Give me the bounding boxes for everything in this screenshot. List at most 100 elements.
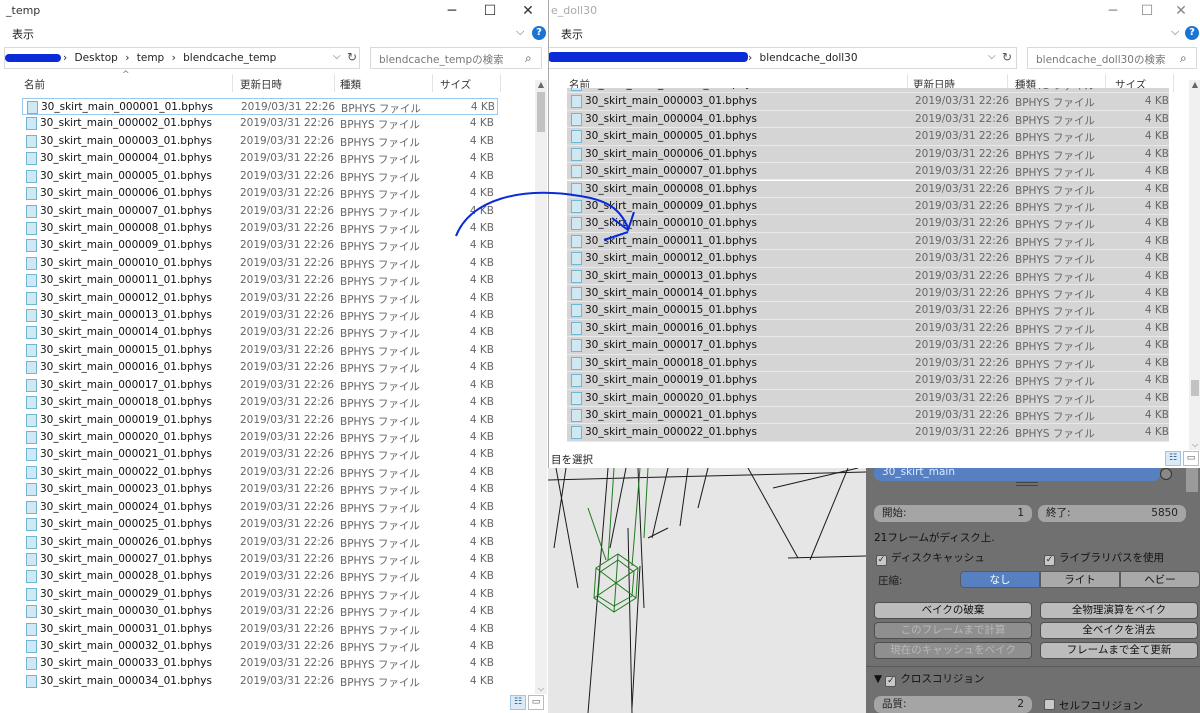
file-row[interactable]: 30_skirt_main_000029_01.bphys 2019/03/31 … (22, 586, 498, 603)
calc-to-frame-button[interactable]: このフレームまで計算 (874, 622, 1032, 639)
vertical-scrollbar[interactable]: ▲ ⌵ (535, 80, 547, 694)
file-row[interactable]: 30_skirt_main_000017_01.bphys 2019/03/31 … (22, 377, 498, 394)
file-row[interactable]: 30_skirt_main_000003_01.bphys 2019/03/31 … (22, 133, 498, 150)
file-row[interactable]: 30_skirt_main_000010_01.bphys 2019/03/31 … (567, 215, 1169, 233)
scroll-up-icon[interactable]: ▲ (535, 80, 547, 89)
free-all-bakes-button[interactable]: 全ベイクを消去 (1040, 622, 1198, 639)
title-bar[interactable]: _temp ─ ☐ ✕ (0, 0, 548, 22)
menu-view[interactable]: 表示 (561, 26, 583, 42)
file-row[interactable]: 30_skirt_main_000014_01.bphys 2019/03/31 … (22, 324, 498, 341)
self-collision-checkbox[interactable]: セルフコリジョン (1044, 698, 1143, 713)
breadcrumb-item[interactable]: temp (137, 52, 164, 64)
cloth-collision-section[interactable]: ▼ ✓ クロスコリジョン (874, 671, 984, 687)
file-row[interactable]: 30_skirt_main_000019_01.bphys 2019/03/31 … (567, 372, 1169, 390)
file-row[interactable]: 30_skirt_main_000015_01.bphys 2019/03/31 … (567, 302, 1169, 320)
file-list[interactable]: 30_skirt_main_000001_01.bphys 2019/03/31 … (0, 98, 534, 694)
file-row[interactable]: 30_skirt_main_000009_01.bphys 2019/03/31 … (567, 197, 1169, 216)
column-type[interactable]: 種類 (340, 77, 361, 92)
file-row[interactable]: 30_skirt_main_000013_01.bphys 2019/03/31 … (22, 307, 498, 324)
maximize-button[interactable]: ☐ (472, 0, 508, 22)
file-row[interactable]: 30_skirt_main_000020_01.bphys 2019/03/31 … (567, 389, 1169, 407)
file-row[interactable]: 30_skirt_main_000025_01.bphys 2019/03/31 … (22, 516, 498, 533)
file-row[interactable]: 30_skirt_main_000006_01.bphys 2019/03/31 … (567, 145, 1169, 164)
refresh-icon[interactable]: ↻ (347, 50, 357, 64)
column-separator[interactable] (232, 74, 233, 92)
scroll-thumb[interactable] (537, 92, 545, 132)
file-row[interactable]: 30_skirt_main_000024_01.bphys 2019/03/31 … (22, 499, 498, 516)
scroll-up-icon[interactable]: ▲ (1189, 80, 1200, 89)
file-row[interactable]: 30_skirt_main_000016_01.bphys 2019/03/31 … (22, 359, 498, 376)
file-row[interactable]: 30_skirt_main_000020_01.bphys 2019/03/31 … (22, 429, 498, 446)
file-row[interactable]: 30_skirt_main_000005_01.bphys 2019/03/31 … (567, 128, 1169, 146)
details-view-icon[interactable]: ☷ (510, 695, 526, 710)
column-size[interactable]: サイズ (440, 77, 471, 92)
breadcrumb-item[interactable]: Desktop (75, 52, 118, 64)
blender-3d-viewport[interactable] (548, 468, 866, 713)
file-row[interactable]: 30_skirt_main_000022_01.bphys 2019/03/31 … (567, 424, 1169, 442)
bake-current-cache-button[interactable]: 現在のキャッシュをベイク (874, 642, 1032, 659)
file-row[interactable]: 30_skirt_main_000002_01.bphys 2019/03/31 … (22, 115, 498, 132)
address-bar[interactable]: › Desktop › temp › blendcache_temp ⌵ ↻ (4, 47, 360, 69)
minimize-button[interactable]: ─ (434, 0, 470, 22)
update-all-to-frame-button[interactable]: フレームまで全て更新 (1040, 642, 1198, 659)
file-row[interactable]: 30_skirt_main_000009_01.bphys 2019/03/31 … (22, 237, 498, 254)
ribbon-expand-icon[interactable]: ⌵ (516, 25, 524, 39)
file-row[interactable]: 30_skirt_main_000026_01.bphys 2019/03/31 … (22, 534, 498, 551)
file-list[interactable]: 30_skirt_main_000002_01.bphys 2019/03/31 … (549, 88, 1187, 450)
file-row[interactable]: 30_skirt_main_000030_01.bphys 2019/03/31 … (22, 603, 498, 620)
file-row[interactable]: 30_skirt_main_000027_01.bphys 2019/03/31 … (22, 551, 498, 568)
file-row[interactable]: 30_skirt_main_000008_01.bphys 2019/03/31 … (567, 180, 1169, 198)
compression-light[interactable]: ライト (1040, 571, 1120, 588)
file-row[interactable]: 30_skirt_main_000006_01.bphys 2019/03/31 … (22, 185, 498, 202)
scroll-thumb[interactable] (1191, 380, 1199, 396)
file-row[interactable]: 30_skirt_main_000019_01.bphys 2019/03/31 … (22, 412, 498, 429)
compression-heavy[interactable]: ヘビー (1120, 571, 1200, 588)
file-row[interactable]: 30_skirt_main_000017_01.bphys 2019/03/31 … (567, 337, 1169, 355)
compression-none[interactable]: なし (960, 571, 1040, 588)
start-frame-field[interactable]: 開始: 1 (874, 505, 1032, 522)
file-row[interactable]: 30_skirt_main_000015_01.bphys 2019/03/31 … (22, 342, 498, 359)
file-row[interactable]: 30_skirt_main_000001_01.bphys 2019/03/31 … (22, 98, 498, 116)
file-row[interactable]: 30_skirt_main_000012_01.bphys 2019/03/31 … (22, 290, 498, 307)
file-row[interactable]: 30_skirt_main_000018_01.bphys 2019/03/31 … (567, 354, 1169, 373)
cache-radio-icon[interactable] (1160, 468, 1172, 480)
disk-cache-checkbox[interactable]: ✓ ディスクキャッシュ (876, 550, 985, 566)
file-row[interactable]: 30_skirt_main_000034_01.bphys 2019/03/31 … (22, 673, 498, 690)
file-row[interactable]: 30_skirt_main_000013_01.bphys 2019/03/31 … (567, 267, 1169, 285)
file-row[interactable]: 30_skirt_main_000033_01.bphys 2019/03/31 … (22, 655, 498, 672)
panel-scrollbar[interactable] (1186, 468, 1198, 492)
file-row[interactable]: 30_skirt_main_000007_01.bphys 2019/03/31 … (22, 203, 498, 220)
scroll-down-icon[interactable]: ⌵ (535, 684, 547, 694)
file-row[interactable]: 30_skirt_main_000023_01.bphys 2019/03/31 … (22, 481, 498, 498)
column-date[interactable]: 更新日時 (240, 77, 282, 92)
bake-all-dynamics-button[interactable]: 全物理演算をベイク (1040, 602, 1198, 619)
file-row[interactable]: 30_skirt_main_000021_01.bphys 2019/03/31 … (22, 446, 498, 463)
file-row[interactable]: 30_skirt_main_000012_01.bphys 2019/03/31 … (567, 250, 1169, 268)
close-button[interactable]: ✕ (1163, 0, 1199, 22)
explorer-window-right[interactable]: e_doll30 ─ ☐ ✕ 表示 ⌵ ? › blendcache_doll3… (548, 0, 1200, 468)
address-dropdown-icon[interactable]: ⌵ (333, 51, 341, 62)
file-row[interactable]: 30_skirt_main_000004_01.bphys 2019/03/31 … (22, 150, 498, 167)
explorer-window-left[interactable]: _temp ─ ☐ ✕ 表示 ⌵ ? › Desktop › temp › bl… (0, 0, 548, 713)
search-box[interactable]: blendcache_doll30の検索 ⌕ (1027, 47, 1197, 69)
large-icons-view-icon[interactable]: ▭ (1183, 451, 1199, 466)
search-box[interactable]: blendcache_tempの検索 ⌕ (370, 47, 542, 69)
address-bar[interactable]: › blendcache_doll30 ⌵ ↻ (549, 47, 1017, 69)
resize-grip-icon[interactable] (1016, 482, 1038, 486)
refresh-icon[interactable]: ↻ (1002, 50, 1012, 64)
title-bar[interactable]: e_doll30 ─ ☐ ✕ (549, 0, 1200, 22)
help-icon[interactable]: ? (532, 26, 546, 40)
file-row[interactable]: 30_skirt_main_000028_01.bphys 2019/03/31 … (22, 568, 498, 585)
free-bake-button[interactable]: ベイクの破棄 (874, 602, 1032, 619)
minimize-button[interactable]: ─ (1095, 0, 1131, 22)
file-row[interactable]: 30_skirt_main_000007_01.bphys 2019/03/31 … (567, 163, 1169, 181)
end-frame-field[interactable]: 終了: 5850 (1038, 505, 1186, 522)
file-row[interactable]: 30_skirt_main_000021_01.bphys 2019/03/31 … (567, 406, 1169, 425)
file-row[interactable]: 30_skirt_main_000032_01.bphys 2019/03/31 … (22, 638, 498, 655)
file-row[interactable]: 30_skirt_main_000004_01.bphys 2019/03/31 … (567, 110, 1169, 129)
column-separator[interactable] (432, 74, 433, 92)
quality-field[interactable]: 品質: 2 (874, 696, 1032, 713)
ribbon-expand-icon[interactable]: ⌵ (1171, 25, 1179, 39)
large-icons-view-icon[interactable]: ▭ (528, 695, 544, 710)
file-row[interactable]: 30_skirt_main_000011_01.bphys 2019/03/31 … (22, 272, 498, 289)
